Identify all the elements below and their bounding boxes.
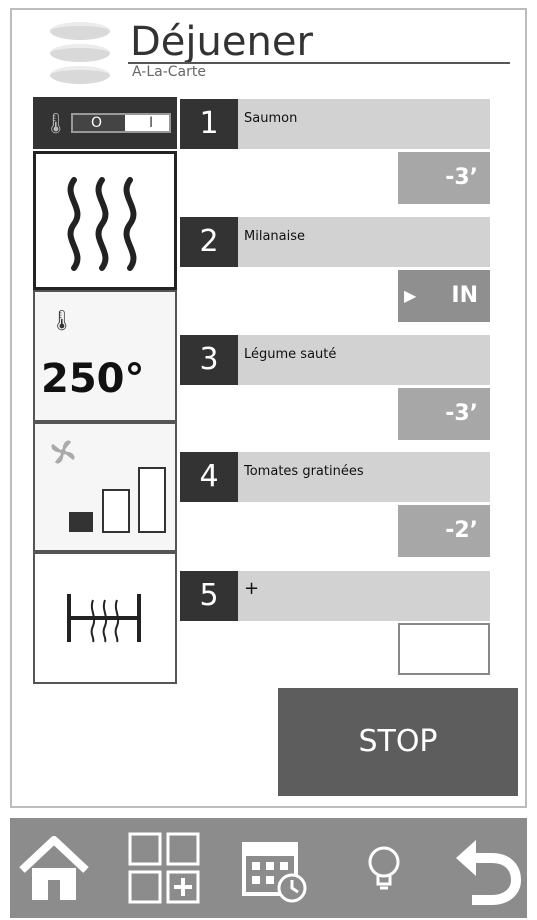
fan-level-bars — [69, 467, 166, 533]
steam-heat-icon — [67, 177, 137, 271]
item-status-1[interactable]: -3’ — [398, 152, 490, 204]
power-toggle[interactable]: 🌡 O I — [33, 97, 177, 149]
item-name-2: Milanaise — [244, 229, 305, 244]
toggle-off-label: O — [91, 115, 103, 131]
item-number-4: 4 — [180, 452, 238, 502]
fan-speed-button[interactable] — [33, 422, 177, 552]
item-name-3: Légume sauté — [244, 347, 337, 362]
home-icon — [19, 836, 89, 900]
plates-stack-icon — [42, 18, 118, 86]
toggle-switch[interactable]: O I — [71, 113, 171, 133]
schedule-button[interactable] — [236, 830, 312, 906]
back-arrow-icon — [456, 840, 522, 905]
calendar-clock-icon — [242, 842, 307, 903]
play-icon: ▶ — [404, 286, 417, 305]
item-name-1: Saumon — [244, 111, 298, 126]
item-number-2: 2 — [180, 217, 238, 267]
add-item-row[interactable]: + — [238, 571, 490, 621]
item-row-1[interactable]: Saumon — [238, 99, 490, 149]
rack-button[interactable] — [33, 552, 177, 684]
item-status-text-2: IN — [451, 283, 478, 308]
item-status-5[interactable] — [398, 623, 490, 675]
item-status-3[interactable]: -3’ — [398, 388, 490, 440]
back-button[interactable] — [448, 830, 524, 906]
item-number-5: 5 — [180, 571, 238, 621]
temperature-button[interactable]: 🌡 250° — [33, 290, 177, 422]
item-status-2[interactable]: ▶ IN — [398, 270, 490, 322]
add-program-button[interactable] — [126, 830, 202, 906]
item-row-3[interactable]: Légume sauté — [238, 335, 490, 385]
page-subtitle: A-La-Carte — [132, 64, 206, 80]
item-status-4[interactable]: -2’ — [398, 505, 490, 557]
rack-heat-icon — [67, 594, 141, 643]
heat-mode-button[interactable] — [33, 151, 177, 290]
tips-button[interactable] — [346, 830, 422, 906]
add-grid-icon — [128, 832, 200, 904]
toggle-on-label: I — [149, 115, 154, 131]
home-button[interactable] — [16, 830, 92, 906]
bottom-nav-bar — [10, 818, 527, 918]
item-name-4: Tomates gratinées — [244, 464, 364, 479]
item-number-1: 1 — [180, 99, 238, 149]
lightbulb-icon — [368, 846, 400, 890]
thermometer-icon: 🌡 — [49, 308, 75, 332]
page-title: Déjuener — [130, 19, 313, 65]
stop-button[interactable]: STOP — [278, 688, 518, 796]
item-row-4[interactable]: Tomates gratinées — [238, 452, 490, 502]
item-number-3: 3 — [180, 335, 238, 385]
thermometer-icon: 🌡 — [43, 111, 69, 135]
add-item-label: + — [244, 578, 260, 599]
item-row-2[interactable]: Milanaise — [238, 217, 490, 267]
temperature-value: 250° — [41, 356, 145, 402]
